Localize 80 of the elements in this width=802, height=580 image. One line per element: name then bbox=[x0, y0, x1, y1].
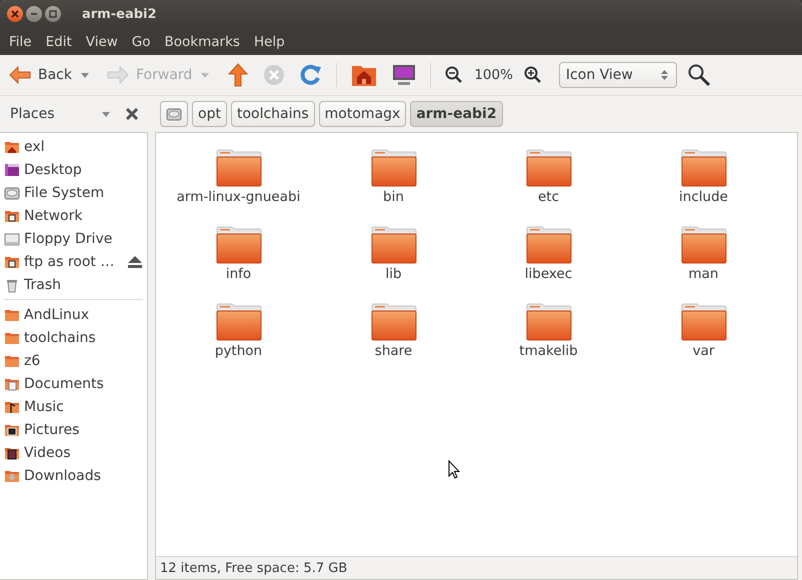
back-button[interactable]: Back bbox=[6, 65, 74, 85]
eject-icon[interactable] bbox=[127, 254, 143, 268]
folder-icon[interactable] bbox=[680, 303, 726, 341]
sidebar-item[interactable]: File System bbox=[24, 184, 104, 200]
sidebar-item[interactable]: AndLinux bbox=[24, 306, 90, 322]
sidebar-item[interactable]: toolchains bbox=[24, 330, 96, 346]
file-name[interactable]: include bbox=[679, 189, 728, 205]
folder-icon[interactable] bbox=[680, 149, 726, 187]
folder-icon[interactable] bbox=[680, 226, 726, 264]
home-folder-icon[interactable] bbox=[351, 63, 378, 87]
window-title: arm-eabi2 bbox=[82, 6, 157, 22]
folder-icon[interactable] bbox=[216, 149, 262, 187]
search-icon[interactable] bbox=[688, 64, 710, 86]
maximize-icon[interactable] bbox=[49, 10, 57, 18]
sidebar-item[interactable]: z6 bbox=[24, 352, 40, 368]
sidebar-item[interactable]: Documents bbox=[24, 376, 104, 392]
maximize-button[interactable] bbox=[45, 6, 61, 22]
close-icon[interactable] bbox=[11, 10, 19, 18]
close-button[interactable] bbox=[7, 6, 23, 22]
path-button[interactable]: arm-eabi2 bbox=[410, 101, 503, 127]
path-button[interactable]: motomagx bbox=[318, 101, 406, 127]
sidebar-item[interactable]: Floppy Drive bbox=[24, 230, 112, 246]
view-selector[interactable]: Icon View bbox=[558, 62, 677, 88]
desktop-icon bbox=[4, 162, 20, 178]
zoom-in-icon[interactable] bbox=[524, 66, 542, 84]
menu-item[interactable]: Go bbox=[124, 34, 158, 50]
folder-icon[interactable] bbox=[370, 149, 416, 187]
sidebar-item[interactable]: Videos bbox=[24, 444, 71, 460]
sidebar-item[interactable]: Downloads bbox=[24, 468, 101, 484]
reload-icon[interactable] bbox=[300, 64, 322, 86]
drive-icon[interactable] bbox=[166, 106, 182, 122]
folder-icon[interactable] bbox=[526, 303, 572, 341]
folder-icon[interactable] bbox=[526, 149, 572, 187]
drive-button[interactable] bbox=[160, 101, 188, 127]
sidebar-item[interactable]: Trash bbox=[24, 276, 61, 292]
file-name[interactable]: share bbox=[374, 343, 412, 359]
folder-icon[interactable] bbox=[526, 226, 572, 264]
menu-item[interactable]: Help bbox=[246, 34, 292, 50]
file-name[interactable]: etc bbox=[538, 189, 560, 205]
path-button[interactable]: toolchains bbox=[230, 101, 315, 127]
file-name[interactable]: python bbox=[214, 343, 262, 359]
file-name[interactable]: tmakelib bbox=[519, 343, 578, 359]
sidebar-item[interactable]: exl bbox=[24, 138, 45, 154]
mouse-pointer-icon bbox=[448, 460, 460, 479]
menu-item[interactable]: Edit bbox=[38, 34, 79, 50]
up-arrow-icon[interactable] bbox=[228, 63, 248, 87]
drive-icon bbox=[4, 184, 20, 200]
file-name[interactable]: arm-linux-gnueabi bbox=[176, 189, 300, 205]
spinner-arrows-icon[interactable] bbox=[660, 69, 668, 81]
minimize-icon[interactable] bbox=[30, 10, 38, 18]
floppy-icon bbox=[4, 230, 20, 246]
folder-icon[interactable] bbox=[370, 226, 416, 264]
zoom-level: 100% bbox=[474, 67, 513, 83]
caret-icon[interactable] bbox=[81, 72, 89, 78]
sidebar-item[interactable]: Network bbox=[24, 208, 82, 224]
sidebar-item[interactable]: ftp as root … bbox=[24, 254, 114, 270]
sidebar-item[interactable]: Desktop bbox=[24, 162, 82, 178]
folder-icon[interactable] bbox=[216, 226, 262, 264]
file-name[interactable]: var bbox=[692, 343, 714, 359]
sidebar-item[interactable]: Music bbox=[24, 398, 64, 414]
sidebar-item[interactable]: Pictures bbox=[24, 422, 80, 438]
folder-icon[interactable] bbox=[370, 303, 416, 341]
arrow-left-icon[interactable] bbox=[8, 65, 32, 85]
path-button[interactable]: opt bbox=[192, 101, 227, 127]
computer-icon[interactable] bbox=[392, 63, 416, 87]
file-name[interactable]: libexec bbox=[524, 266, 572, 282]
file-name[interactable]: bin bbox=[383, 189, 404, 205]
caret-icon[interactable] bbox=[102, 112, 110, 116]
zoom-out-icon[interactable] bbox=[445, 66, 464, 84]
menu-item[interactable]: File bbox=[2, 34, 39, 50]
file-name[interactable]: man bbox=[688, 266, 718, 282]
minimize-button[interactable] bbox=[26, 6, 42, 22]
file-name[interactable]: info bbox=[226, 266, 252, 282]
sidebar-title[interactable]: Places bbox=[10, 106, 102, 122]
menu-item[interactable]: View bbox=[78, 34, 125, 50]
folder-icon[interactable] bbox=[216, 303, 262, 341]
close-icon[interactable] bbox=[126, 108, 138, 120]
status-bar: 12 items, Free space: 5.7 GB bbox=[156, 556, 797, 579]
file-name[interactable]: lib bbox=[385, 266, 402, 282]
menu-item[interactable]: Bookmarks bbox=[158, 34, 247, 50]
